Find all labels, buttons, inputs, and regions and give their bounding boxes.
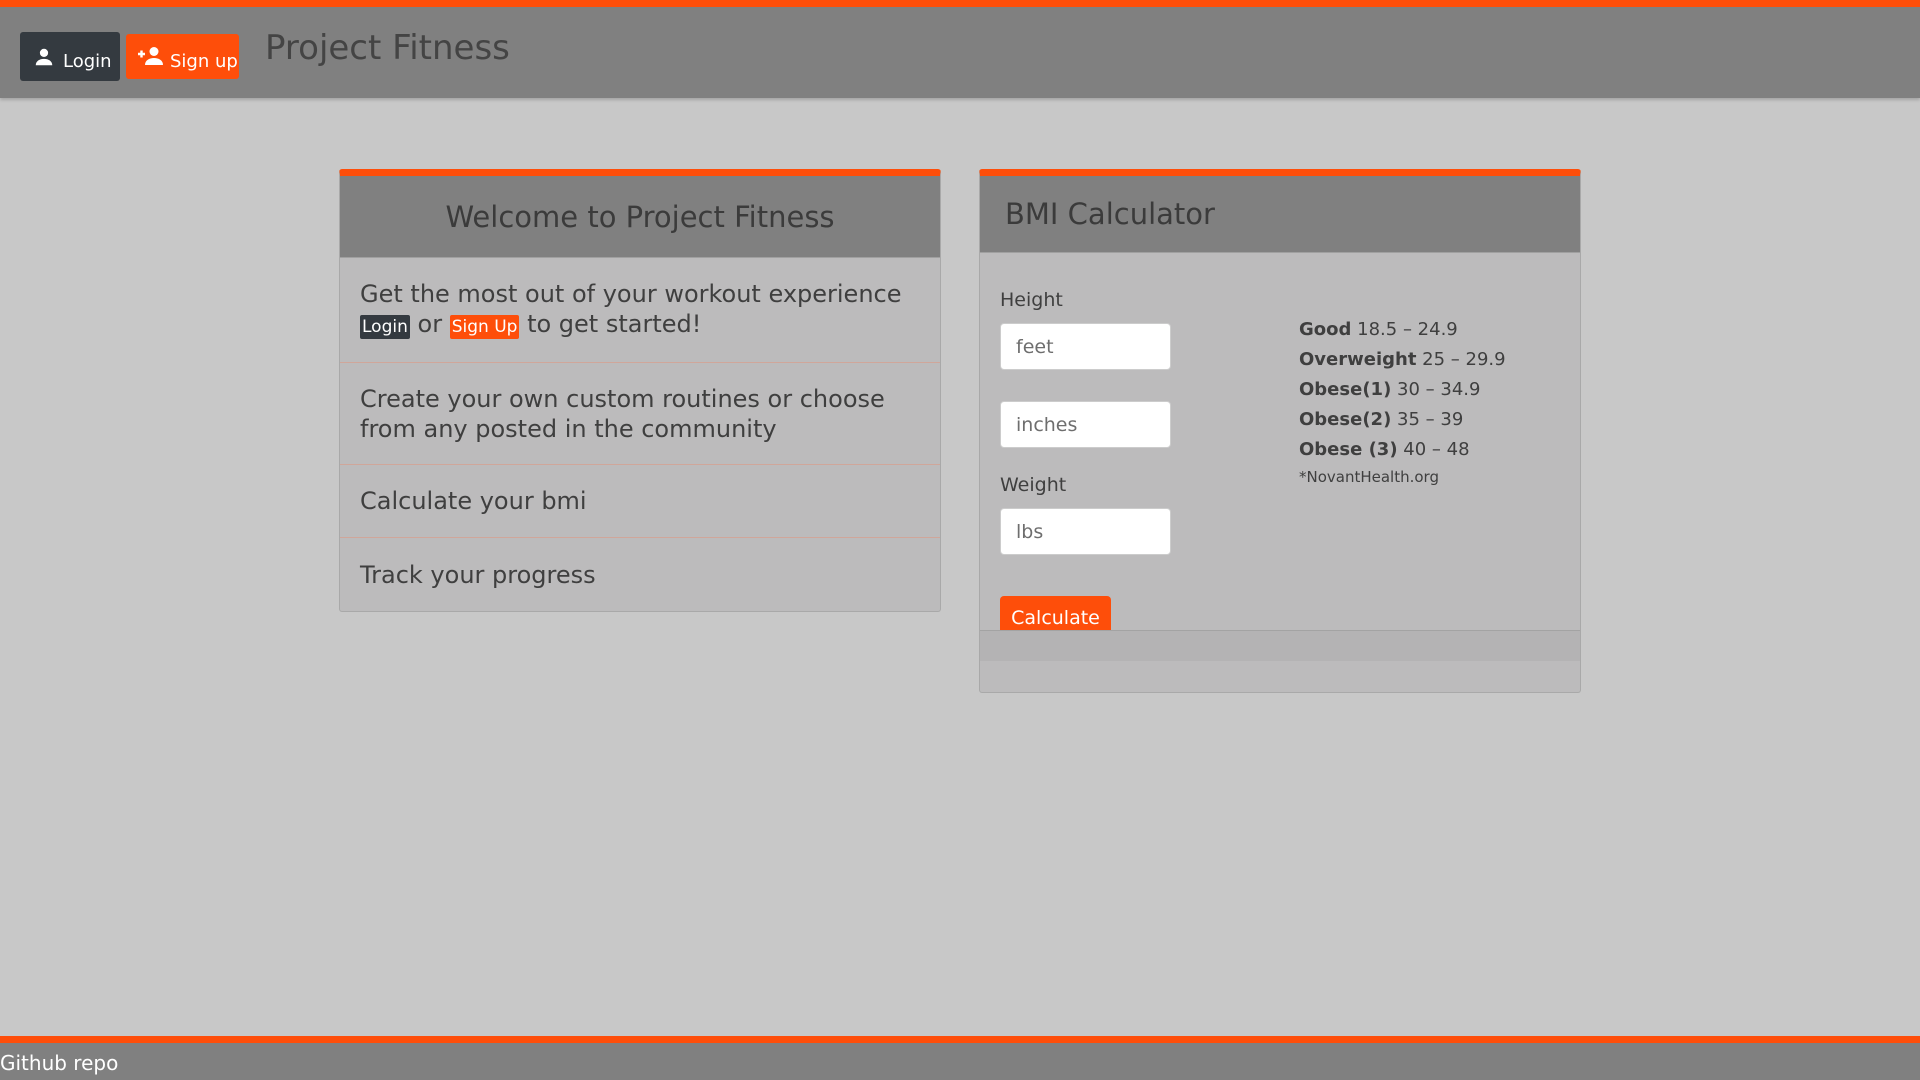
navbar: Login Sign up Project Fitness: [0, 0, 1920, 98]
weight-input[interactable]: [1000, 508, 1171, 555]
user-icon: [33, 46, 55, 68]
bmi-range-row: Overweight 25 – 29.9: [1299, 349, 1506, 370]
list-item: Create your own custom routines or choos…: [340, 363, 940, 465]
signup-button-label: Sign up: [170, 51, 238, 72]
list-item: Track your progress: [340, 538, 940, 611]
inline-login-link[interactable]: Login: [360, 314, 410, 339]
list-item: Calculate your bmi: [340, 465, 940, 538]
list-item: Get the most out of your workout experie…: [340, 258, 940, 363]
bmi-range-row: Obese (3) 40 – 48: [1299, 439, 1470, 460]
bmi-calculator-card: BMI Calculator Height Weight Calculate G…: [979, 169, 1581, 693]
height-label: Height: [1000, 289, 1063, 311]
bmi-card-header: BMI Calculator: [980, 176, 1580, 253]
calculate-bmi-text: Calculate your bmi: [360, 487, 587, 515]
or-text: or: [417, 309, 443, 338]
signup-button[interactable]: Sign up: [126, 34, 239, 79]
get-started-text: to get started!: [527, 309, 702, 338]
bmi-ranges: Good 18.5 – 24.9 Overweight 25 – 29.9 Ob…: [1299, 315, 1506, 486]
bmi-card-footer: [980, 630, 1580, 661]
brand-title[interactable]: Project Fitness: [265, 28, 510, 68]
bmi-title: BMI Calculator: [1005, 197, 1215, 231]
custom-routines-text: Create your own custom routines or choos…: [360, 384, 885, 443]
welcome-card: Welcome to Project Fitness Get the most …: [339, 169, 941, 612]
login-button-label: Login: [63, 51, 112, 72]
welcome-card-header: Welcome to Project Fitness: [340, 176, 940, 258]
page-footer: Github repo: [0, 1036, 1920, 1080]
login-button[interactable]: Login: [20, 32, 120, 81]
bmi-range-row: Obese(1) 30 – 34.9: [1299, 379, 1481, 400]
bmi-range-row: Good 18.5 – 24.9: [1299, 319, 1458, 340]
weight-label: Weight: [1000, 474, 1067, 496]
add-user-icon: [136, 45, 166, 69]
welcome-intro-text: Get the most out of your workout experie…: [360, 279, 902, 308]
bmi-source-note: *NovantHealth.org: [1299, 468, 1439, 486]
track-progress-text: Track your progress: [360, 560, 596, 589]
feet-input[interactable]: [1000, 323, 1171, 370]
welcome-title: Welcome to Project Fitness: [445, 199, 835, 234]
inline-signup-link[interactable]: Sign Up: [449, 314, 520, 339]
bmi-card-body: Height Weight Calculate Good 18.5 – 24.9…: [980, 253, 1580, 661]
bmi-range-row: Obese(2) 35 – 39: [1299, 409, 1464, 430]
github-repo-link[interactable]: Github repo: [0, 1051, 118, 1075]
inches-input[interactable]: [1000, 401, 1171, 448]
